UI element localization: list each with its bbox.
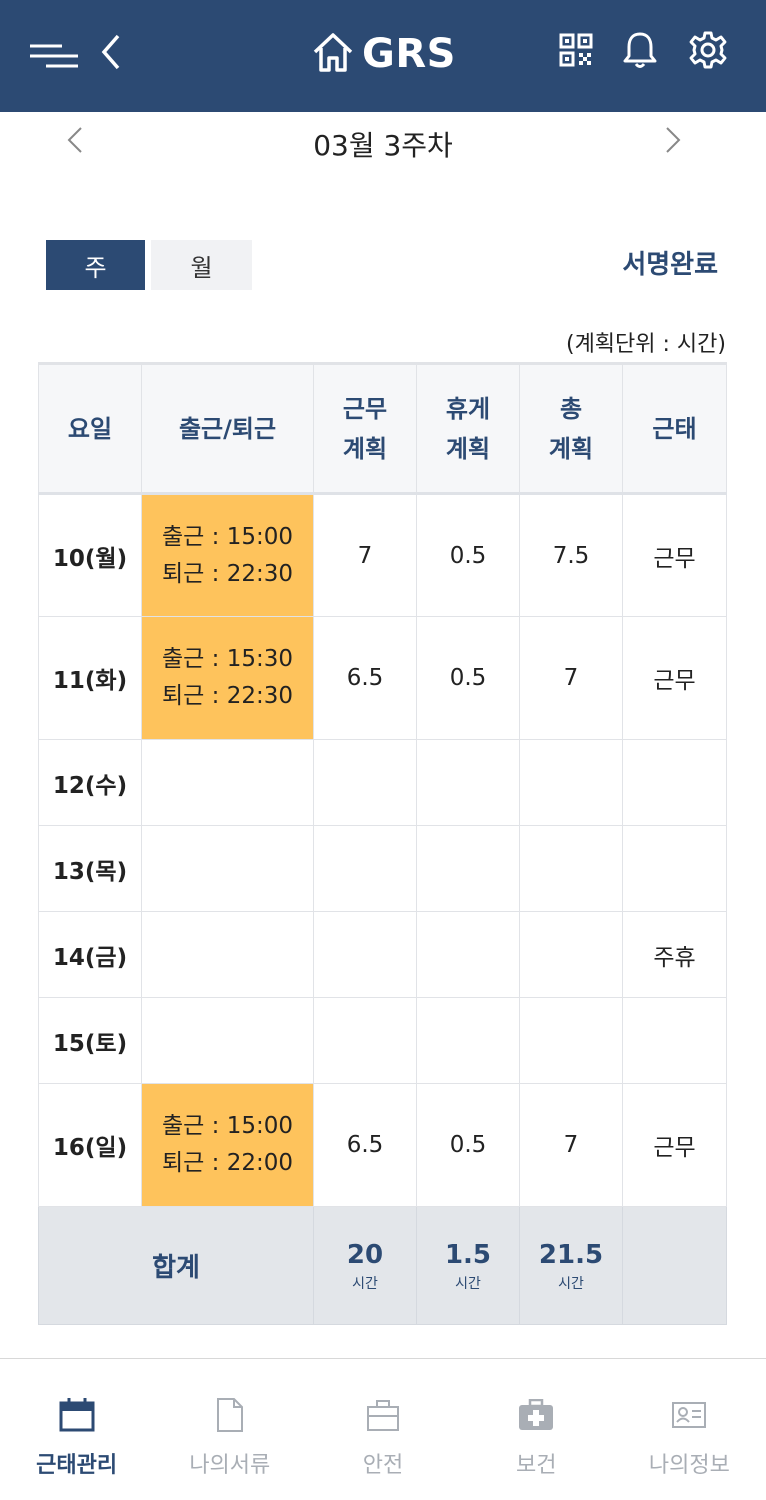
table-row[interactable]: 15(토)	[38, 997, 727, 1084]
week-navigator: 03월 3주차	[0, 112, 766, 172]
nav-safety[interactable]: 안전	[306, 1359, 459, 1500]
table-row[interactable]: 13(목)	[38, 825, 727, 912]
document-icon	[210, 1395, 250, 1435]
break-plan-cell: 0.5	[416, 616, 520, 740]
work-plan-cell	[313, 911, 417, 998]
bell-icon[interactable]	[620, 28, 660, 72]
header-day: 요일	[38, 362, 142, 495]
week-label: 03월 3주차	[313, 129, 453, 162]
shift-cell[interactable]	[141, 825, 314, 912]
break-plan-cell	[416, 997, 520, 1084]
app-title: GRS	[362, 31, 456, 77]
nav-label: 근태관리	[36, 1453, 118, 1478]
table-header-row: 요일 출근/퇴근 근무 계획 휴게 계획 총 계획 근태	[38, 362, 727, 495]
first-aid-kit-icon	[516, 1395, 556, 1435]
header-shift: 출근/퇴근	[141, 362, 314, 495]
total-plan-cell: 7	[519, 1083, 623, 1207]
work-plan-cell: 6.5	[313, 1083, 417, 1207]
gear-icon[interactable]	[686, 28, 730, 72]
table-row[interactable]: 12(수)	[38, 739, 727, 826]
app-header: GRS	[0, 0, 766, 112]
day-cell: 10(월)	[38, 493, 142, 617]
day-cell: 11(화)	[38, 616, 142, 740]
back-icon[interactable]	[96, 32, 126, 72]
total-work-cell: 20 시간	[313, 1206, 417, 1325]
id-card-icon	[669, 1395, 709, 1435]
break-plan-cell	[416, 825, 520, 912]
work-plan-cell: 7	[313, 493, 417, 617]
work-plan-cell	[313, 825, 417, 912]
break-plan-cell: 0.5	[416, 493, 520, 617]
break-plan-cell: 0.5	[416, 1083, 520, 1207]
attendance-cell: 근무	[622, 1083, 727, 1207]
nav-attendance[interactable]: 근태관리	[0, 1359, 153, 1500]
table-row[interactable]: 14(금) 주휴	[38, 911, 727, 998]
chevron-right-icon	[663, 125, 683, 159]
shift-cell[interactable]: 출근 : 15:00 퇴근 : 22:30	[141, 493, 314, 617]
total-attendance-cell	[622, 1206, 727, 1325]
header-break-plan: 휴게 계획	[416, 362, 520, 495]
nav-my-info[interactable]: 나의정보	[613, 1359, 766, 1500]
header-attendance: 근태	[622, 362, 727, 495]
break-plan-cell	[416, 739, 520, 826]
day-cell: 12(수)	[38, 739, 142, 826]
unit-note: (계획단위 : 시간)	[565, 332, 726, 357]
nav-health[interactable]: 보건	[460, 1359, 613, 1500]
home-link[interactable]: GRS	[312, 26, 456, 82]
total-plan-cell	[519, 911, 623, 998]
header-work-plan: 근무 계획	[313, 362, 417, 495]
attendance-cell	[622, 739, 727, 826]
nav-label: 나의정보	[648, 1453, 730, 1478]
next-week-button[interactable]	[658, 122, 688, 162]
total-total-cell: 21.5 시간	[519, 1206, 623, 1325]
day-cell: 15(토)	[38, 997, 142, 1084]
shift-cell[interactable]: 출근 : 15:00 퇴근 : 22:00	[141, 1083, 314, 1207]
sign-status-label: 서명완료	[622, 250, 718, 280]
total-plan-cell	[519, 825, 623, 912]
shift-cell[interactable]	[141, 997, 314, 1084]
briefcase-icon	[363, 1395, 403, 1435]
attendance-cell: 근무	[622, 616, 727, 740]
attendance-cell: 근무	[622, 493, 727, 617]
work-plan-cell: 6.5	[313, 616, 417, 740]
calendar-icon	[57, 1395, 97, 1435]
month-view-tab[interactable]: 월	[151, 240, 252, 290]
nav-documents[interactable]: 나의서류	[153, 1359, 306, 1500]
table-row[interactable]: 10(월) 출근 : 15:00 퇴근 : 22:30 7 0.5 7.5 근무	[38, 493, 727, 617]
day-cell: 13(목)	[38, 825, 142, 912]
shift-cell[interactable]	[141, 911, 314, 998]
work-plan-cell	[313, 739, 417, 826]
total-row: 합계 20 시간 1.5 시간 21.5 시간	[38, 1206, 727, 1325]
header-total-plan: 총 계획	[519, 362, 623, 495]
total-plan-cell	[519, 997, 623, 1084]
break-plan-cell	[416, 911, 520, 998]
table-row[interactable]: 16(일) 출근 : 15:00 퇴근 : 22:00 6.5 0.5 7 근무	[38, 1083, 727, 1207]
nav-label: 나의서류	[189, 1453, 271, 1478]
qr-code-icon[interactable]	[556, 30, 596, 70]
total-plan-cell: 7.5	[519, 493, 623, 617]
nav-label: 안전	[362, 1453, 404, 1478]
home-icon	[312, 30, 354, 78]
attendance-cell	[622, 997, 727, 1084]
attendance-cell	[622, 825, 727, 912]
total-break-cell: 1.5 시간	[416, 1206, 520, 1325]
day-cell: 16(일)	[38, 1083, 142, 1207]
attendance-cell: 주휴	[622, 911, 727, 998]
total-label-cell: 합계	[38, 1206, 314, 1325]
total-plan-cell: 7	[519, 616, 623, 740]
work-plan-cell	[313, 997, 417, 1084]
bottom-nav: 근태관리 나의서류 안전 보건 나의정보	[0, 1358, 766, 1500]
view-toggle: 주 월	[46, 240, 252, 290]
week-view-tab[interactable]: 주	[46, 240, 145, 290]
day-cell: 14(금)	[38, 911, 142, 998]
total-plan-cell	[519, 739, 623, 826]
table-row[interactable]: 11(화) 출근 : 15:30 퇴근 : 22:30 6.5 0.5 7 근무	[38, 616, 727, 740]
menu-icon[interactable]	[28, 38, 82, 74]
nav-label: 보건	[515, 1453, 557, 1478]
schedule-table: 요일 출근/퇴근 근무 계획 휴게 계획 총 계획 근태 10(월) 출근 : 15:…	[38, 362, 727, 1325]
shift-cell[interactable]: 출근 : 15:30 퇴근 : 22:30	[141, 616, 314, 740]
shift-cell[interactable]	[141, 739, 314, 826]
